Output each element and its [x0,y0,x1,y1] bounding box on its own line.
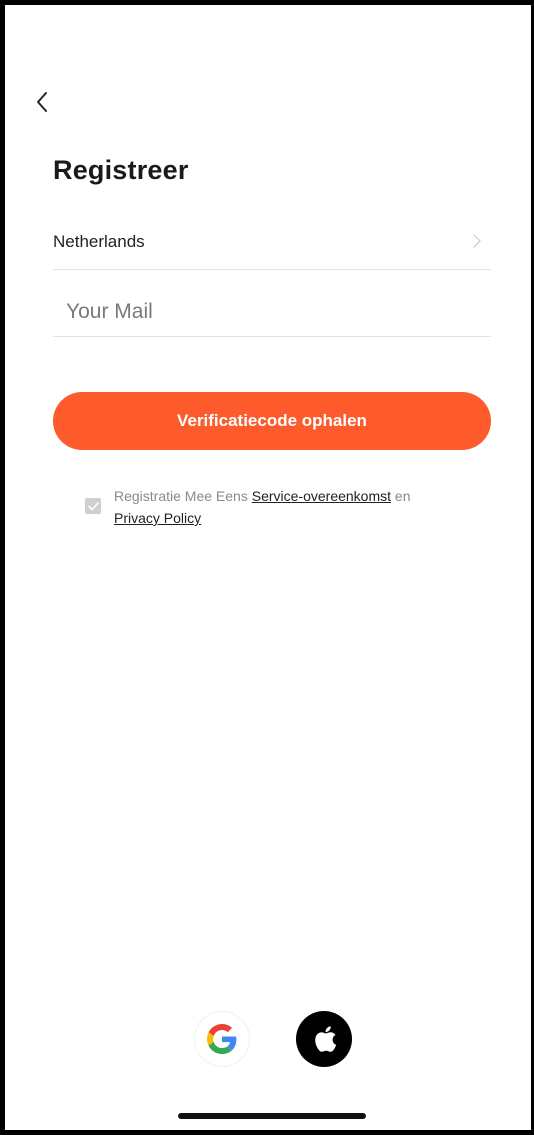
country-value: Netherlands [53,232,145,251]
agreement-checkbox[interactable] [85,498,101,514]
privacy-policy-link[interactable]: Privacy Policy [114,510,201,526]
chevron-right-icon [473,234,481,248]
agreement-prefix: Registratie Mee Eens [114,488,248,504]
country-selector[interactable]: Netherlands [53,225,491,270]
home-indicator [178,1113,366,1119]
agreement-text: Registratie Mee Eens Service-overeenkoms… [114,485,484,529]
email-input[interactable] [53,290,486,334]
apple-login-button[interactable] [296,1011,352,1067]
apple-icon [315,1026,337,1052]
email-field-row [53,290,491,337]
checkmark-icon [87,501,99,510]
google-icon [207,1024,237,1054]
service-agreement-link[interactable]: Service-overeenkomst [252,488,391,504]
get-verification-code-button[interactable]: Verificatiecode ophalen [53,392,491,450]
chevron-left-icon [37,92,47,112]
agreement-connector: en [394,488,411,504]
page-title: Registreer [53,155,189,185]
back-button[interactable] [27,87,57,117]
register-screen: Registreer Netherlands Verificatiecode o… [5,5,531,1130]
google-login-button[interactable] [194,1011,250,1067]
